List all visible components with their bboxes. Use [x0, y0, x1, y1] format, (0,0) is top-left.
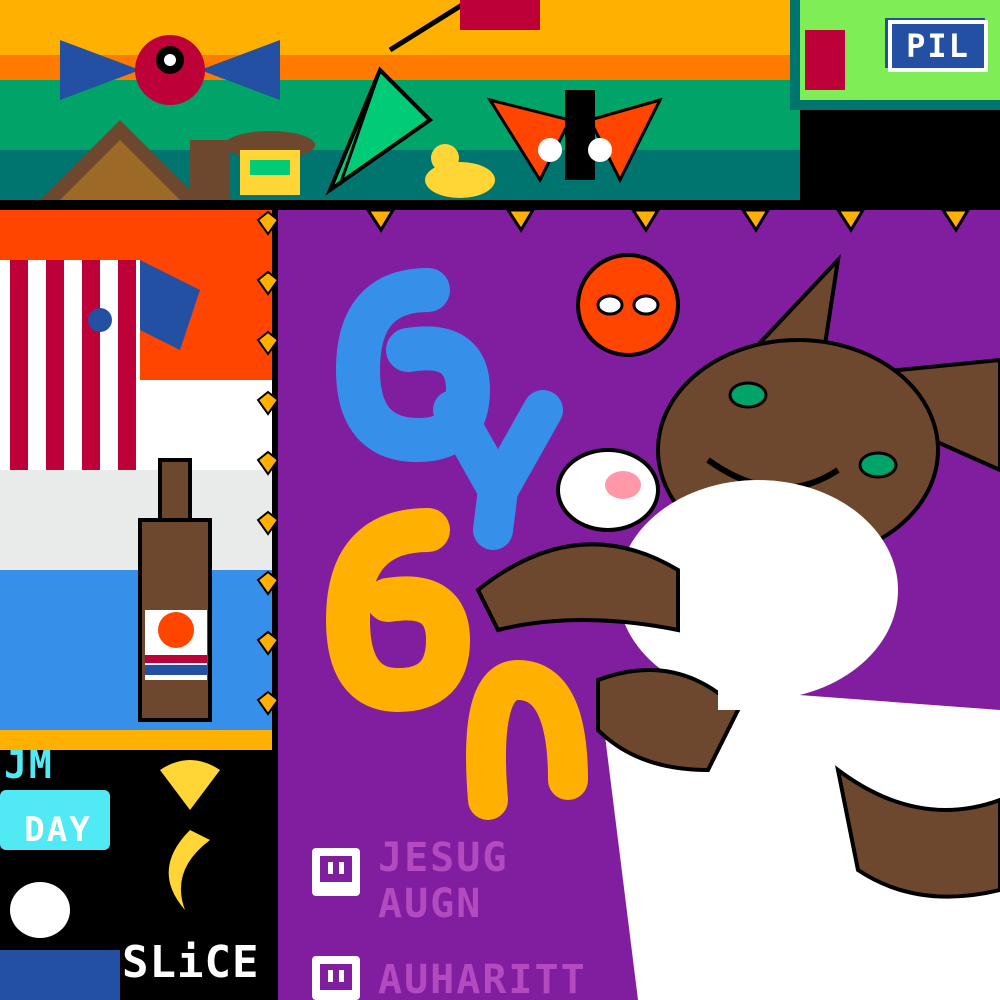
slice-label: SLiCE	[122, 937, 260, 988]
divider	[0, 200, 1000, 210]
twitch-name-line2: AUGN	[378, 881, 483, 927]
twitch-name-line1: JESUG	[378, 835, 509, 881]
twitch-logo-icon-2	[312, 956, 360, 1000]
pixel-canvas[interactable]: PIL JM DAY SLiCE JESUG AUGN AUHARITT	[0, 0, 1000, 1000]
day-label: DAY	[24, 810, 92, 850]
left-panel-art	[0, 210, 275, 1000]
jm-label: JM	[4, 743, 54, 787]
twitch-name-line3: AUHARITT	[378, 957, 587, 1000]
twitch-logo-icon	[312, 848, 360, 896]
pil-label: PIL	[888, 20, 988, 72]
top-banner-art	[0, 0, 1000, 210]
